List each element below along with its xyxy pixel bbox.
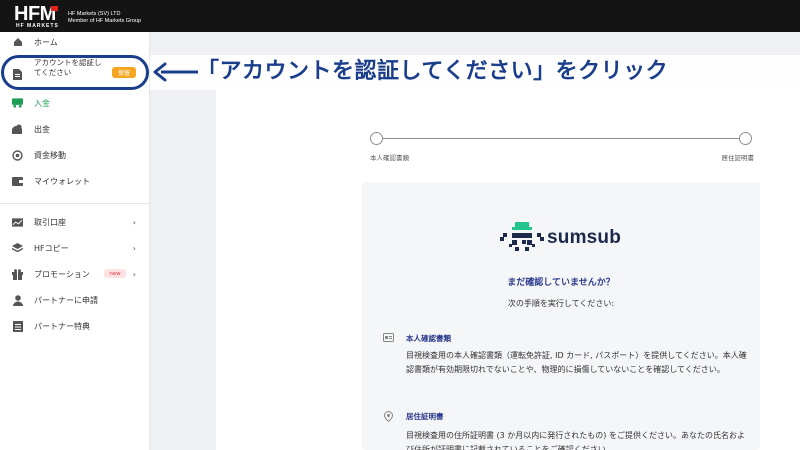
verification-stepper: 本人確認書類 居住証明書 xyxy=(370,132,754,162)
highlight-oval xyxy=(1,55,149,90)
chevron-right-icon: › xyxy=(132,217,136,227)
sidebar-item-home[interactable]: ホーム xyxy=(0,31,150,53)
id-card-icon xyxy=(383,333,394,342)
chevron-right-icon: › xyxy=(132,243,136,253)
sidebar: ホーム アカウントを認証し てください 保留 入金 出金 資金移動 マイウォレッ… xyxy=(0,32,150,450)
sidebar-divider xyxy=(0,203,150,204)
wallet-icon xyxy=(12,176,23,187)
step-label-id: 本人確認書類 xyxy=(370,154,409,162)
sidebar-item-promotions[interactable]: プロモーション › xyxy=(0,263,150,285)
new-badge: new xyxy=(104,269,126,278)
sidebar-item-deposit[interactable]: 入金 xyxy=(0,92,150,114)
company-name: HF Markets (SV) LTD xyxy=(68,11,121,17)
sidebar-item-label: 資金移動 xyxy=(34,150,66,160)
company-info: HF Markets (SV) LTD Member of HF Markets… xyxy=(68,11,141,25)
annotation-text: 「アカウントを認証してください」をクリック xyxy=(197,59,669,84)
arrow-left-icon xyxy=(153,62,198,82)
sidebar-item-trading-accounts[interactable]: 取引口座 › xyxy=(0,211,150,233)
chart-icon xyxy=(12,217,23,228)
sidebar-item-label: 取引口座 xyxy=(34,217,66,227)
layers-icon xyxy=(12,243,23,254)
stepper-line xyxy=(383,138,739,139)
location-pin-icon xyxy=(383,411,394,422)
sidebar-item-transfer[interactable]: 資金移動 xyxy=(0,144,150,166)
sidebar-item-label: プロモーション xyxy=(34,269,90,279)
list-icon xyxy=(12,320,23,332)
section-title-id: 本人確認書類 xyxy=(406,334,451,343)
sidebar-item-label: パートナーに申請 xyxy=(34,295,98,305)
transfer-icon xyxy=(12,149,23,161)
step-dot-id[interactable] xyxy=(370,132,383,145)
verification-title: まだ確認していませんか？ xyxy=(507,278,615,288)
sidebar-item-partner-benefits[interactable]: パートナー特典 xyxy=(0,315,150,337)
sumsub-brand: sumsub xyxy=(547,227,622,248)
sidebar-item-label: ホーム xyxy=(34,37,58,47)
step-label-address: 居住証明書 xyxy=(721,154,755,162)
deposit-icon xyxy=(12,98,23,109)
withdraw-icon xyxy=(12,124,23,135)
sidebar-item-label: HFコピー xyxy=(34,243,69,253)
logo-text: HFM xyxy=(14,3,56,25)
sidebar-item-apply-partner[interactable]: パートナーに申請 xyxy=(0,289,150,311)
section-title-address: 居住証明書 xyxy=(406,412,444,421)
top-bar: HFM HF MARKETS HF Markets (SV) LTD Membe… xyxy=(0,0,800,32)
sidebar-item-wallet[interactable]: マイウォレット xyxy=(0,170,150,192)
home-icon xyxy=(12,37,23,48)
step-dot-address[interactable] xyxy=(739,132,752,145)
company-group: Member of HF Markets Group xyxy=(68,18,142,24)
sidebar-item-label: パートナー特典 xyxy=(34,321,90,331)
sidebar-item-withdraw[interactable]: 出金 xyxy=(0,118,150,140)
user-icon xyxy=(12,294,23,306)
sidebar-item-label: 出金 xyxy=(34,124,50,134)
logo-flag-icon xyxy=(51,6,58,11)
gift-icon xyxy=(12,268,23,280)
chevron-right-icon: › xyxy=(132,269,136,279)
logo-subtext: HF MARKETS xyxy=(16,23,59,29)
sidebar-item-label: 入金 xyxy=(34,98,50,108)
section-body-address: 目視検査用の住所証明書 (3 か月以内に発行されたもの) をご提供ください。あな… xyxy=(406,431,745,450)
verification-subtitle: 次の手順を実行してください: xyxy=(507,299,615,308)
sidebar-item-hf-copy[interactable]: HFコピー › xyxy=(0,237,150,259)
section-body-id: 目視検査用の本人確認書類（運転免許証, ID カード, パスポート）を提供してく… xyxy=(406,351,747,374)
sidebar-item-label: マイウォレット xyxy=(34,176,90,186)
